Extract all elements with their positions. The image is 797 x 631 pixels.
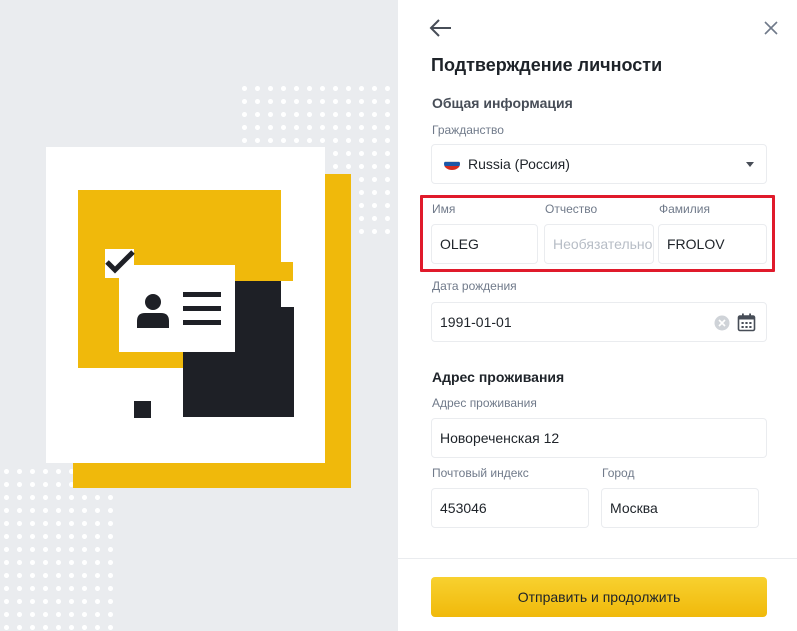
arrow-left-icon[interactable] <box>428 15 454 41</box>
page-title: Подтверждение личности <box>431 55 663 75</box>
birth-date-label: Дата рождения <box>432 279 517 293</box>
general-info-heading: Общая информация <box>432 95 573 111</box>
address-input[interactable]: Новореченская 12 <box>431 418 767 458</box>
checkmark-icon <box>105 250 135 274</box>
name-fields-highlight <box>420 195 775 272</box>
postal-code-label: Почтовый индекс <box>432 466 529 480</box>
russia-flag-icon <box>444 158 460 170</box>
address-heading: Адрес проживания <box>432 369 565 385</box>
illustration-yellow-square <box>274 262 293 281</box>
dot-pattern-bottom <box>0 465 120 631</box>
citizenship-value: Russia (Россия) <box>468 156 570 172</box>
city-input[interactable]: Москва <box>601 488 759 528</box>
footer-divider <box>398 558 797 559</box>
city-label: Город <box>602 466 635 480</box>
person-icon <box>137 294 169 328</box>
clear-icon[interactable] <box>714 315 730 331</box>
chevron-down-icon[interactable] <box>746 162 754 167</box>
illustration-panel <box>0 0 398 631</box>
text-lines-icon <box>183 292 221 325</box>
calendar-icon[interactable] <box>737 313 756 332</box>
illustration-dark-square <box>134 401 151 418</box>
close-icon[interactable] <box>761 18 781 38</box>
illustration-dark-block-small <box>234 281 281 321</box>
citizenship-select[interactable]: Russia (Россия) <box>431 144 767 184</box>
postal-code-input[interactable]: 453046 <box>431 488 589 528</box>
citizenship-label: Гражданство <box>432 123 504 137</box>
address-label: Адрес проживания <box>432 396 537 410</box>
submit-continue-button[interactable]: Отправить и продолжить <box>431 577 767 617</box>
verification-form-panel: Подтверждение личности Общая информация … <box>398 0 797 631</box>
